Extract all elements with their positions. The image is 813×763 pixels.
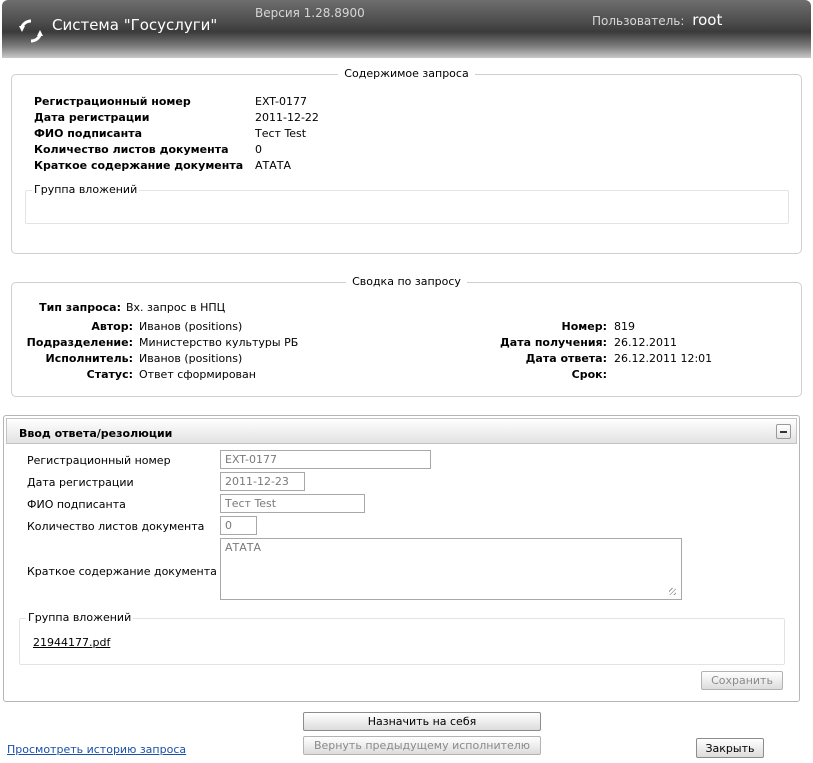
- rc-value-reg-number: EXT-0177: [255, 95, 307, 108]
- assign-to-me-button[interactable]: Назначить на себя: [303, 712, 541, 731]
- summary-value-author: Иванов (positions): [139, 320, 243, 333]
- user-label: Пользователь:: [592, 14, 685, 28]
- reply-label-summary: Краткое содержание документа: [27, 565, 217, 578]
- rc-attachments-group: Группа вложений: [25, 183, 789, 224]
- reply-reg-date-input[interactable]: [220, 472, 305, 491]
- summary-value-number: 819: [614, 320, 635, 333]
- reply-summary-textarea[interactable]: АТАТА: [220, 538, 682, 600]
- rc-label-page-count: Количество листов документа: [34, 143, 229, 156]
- rc-label-signer: ФИО подписанта: [34, 127, 142, 140]
- reply-label-reg-number: Регистрационный номер: [27, 454, 171, 467]
- summary-value-received-date: 26.12.2011: [614, 336, 677, 349]
- rc-label-summary: Краткое содержание документа: [34, 159, 244, 172]
- resize-grip-icon[interactable]: [669, 588, 676, 595]
- app-header: Система "Госуслуги" Версия 1.28.8900 Пол…: [2, 0, 811, 58]
- summary-value-status: Ответ сформирован: [139, 368, 256, 381]
- close-button[interactable]: Закрыть: [696, 738, 764, 758]
- user-name: root: [692, 11, 723, 29]
- collapse-icon[interactable]: [776, 424, 791, 439]
- summary-value-department: Министерство культуры РБ: [139, 336, 299, 349]
- reply-panel: Ввод ответа/резолюции Регистрационный но…: [3, 415, 800, 702]
- summary-label-deadline: Срок:: [571, 368, 607, 381]
- summary-label-received-date: Дата получения:: [499, 336, 607, 349]
- summary-label-author: Автор:: [91, 320, 133, 333]
- summary-legend: Сводка по запросу: [346, 275, 467, 288]
- version-label: Версия 1.28.8900: [255, 6, 365, 20]
- summary-value-type: Вх. запрос в НПЦ: [126, 301, 226, 314]
- summary-label-reply-date: Дата ответа:: [525, 352, 607, 365]
- reply-panel-header: Ввод ответа/резолюции: [6, 418, 797, 444]
- reply-reg-number-input[interactable]: [220, 450, 431, 469]
- reply-label-page-count: Количество листов документа: [27, 520, 205, 533]
- rc-value-summary: АТАТА: [255, 159, 292, 172]
- request-content-section: Содержимое запроса Регистрационный номер…: [11, 67, 802, 254]
- reply-signer-input[interactable]: [220, 494, 365, 513]
- rc-attachments-label: Группа вложений: [32, 183, 140, 196]
- rc-value-page-count: 0: [255, 143, 262, 156]
- rc-value-reg-date: 2011-12-22: [255, 111, 319, 124]
- reply-panel-title: Ввод ответа/резолюции: [19, 427, 173, 440]
- reply-attachments-label: Группа вложений: [26, 611, 134, 624]
- rc-label-reg-date: Дата регистрации: [34, 111, 150, 124]
- summary-value-executor: Иванов (positions): [139, 352, 243, 365]
- sync-logo-icon: [19, 19, 43, 43]
- view-history-link[interactable]: Просмотреть историю запроса: [7, 743, 186, 756]
- reply-page-count-input[interactable]: [220, 516, 257, 535]
- app-title: Система "Госуслуги": [52, 16, 218, 34]
- summary-label-number: Номер:: [561, 320, 608, 333]
- reply-label-reg-date: Дата регистрации: [27, 476, 134, 489]
- summary-label-department: Подразделение:: [26, 336, 133, 349]
- rc-label-reg-number: Регистрационный номер: [34, 95, 191, 108]
- save-button[interactable]: Сохранить: [701, 671, 783, 690]
- return-to-previous-button[interactable]: Вернуть предыдущему исполнителю: [303, 736, 541, 755]
- request-content-legend: Содержимое запроса: [338, 67, 475, 80]
- summary-label-type: Тип запроса:: [39, 301, 121, 314]
- rc-value-signer: Тест Test: [255, 127, 307, 140]
- summary-label-status: Статус:: [86, 368, 133, 381]
- request-summary-section: Сводка по запросу Тип запроса: Вх. запро…: [11, 275, 802, 397]
- summary-value-reply-date: 26.12.2011 12:01: [614, 352, 713, 365]
- user-info: Пользователь: root: [592, 11, 722, 29]
- attachment-file-link[interactable]: 21944177.pdf: [33, 636, 110, 649]
- summary-label-executor: Исполнитель:: [45, 352, 134, 365]
- reply-attachments-group: Группа вложений 21944177.pdf: [19, 611, 785, 665]
- reply-label-signer: ФИО подписанта: [27, 498, 126, 511]
